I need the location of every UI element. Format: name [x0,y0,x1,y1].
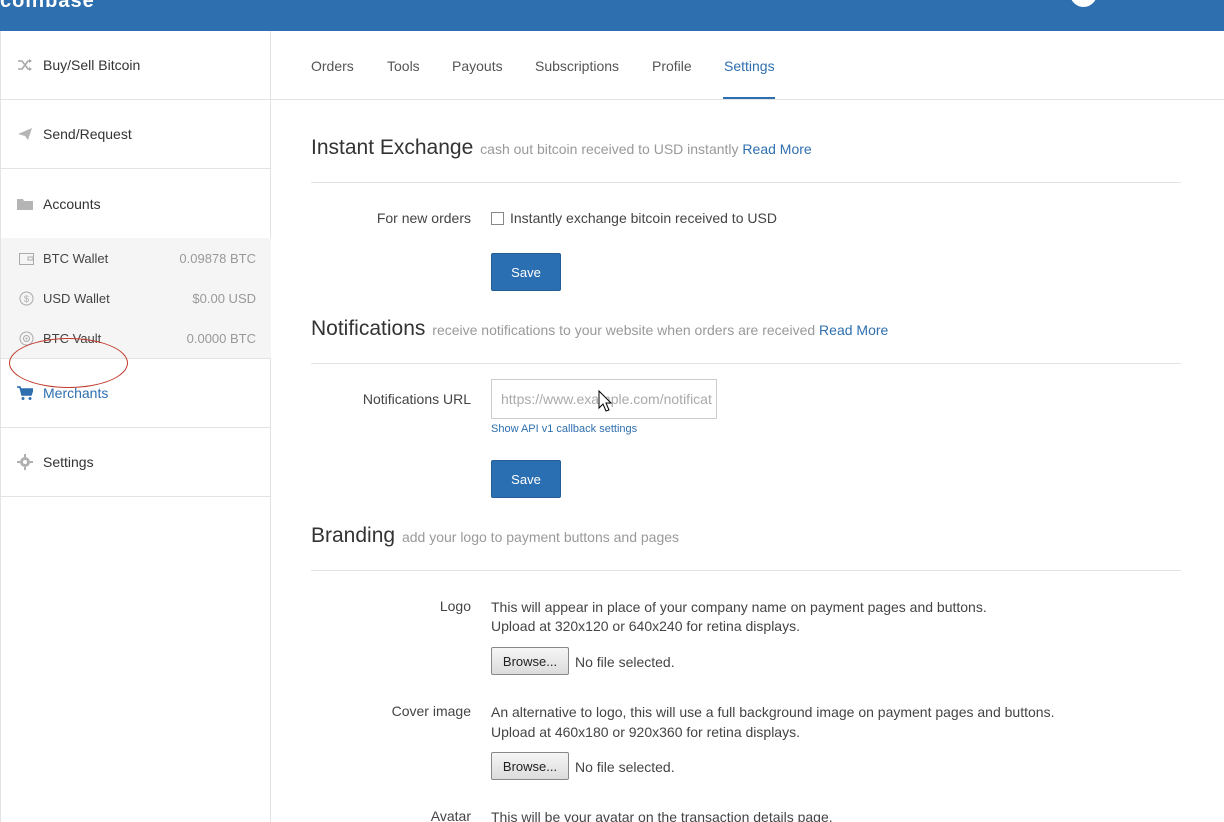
logo-file-status: No file selected. [575,654,675,670]
account-balance: 0.09878 BTC [179,250,256,266]
section-subtitle: receive notifications to your website wh… [432,322,816,338]
sidebar-item-settings[interactable]: Settings [1,428,271,497]
field-label-avatar: Avatar [430,808,471,822]
sidebar-item-buy-sell[interactable]: Buy/Sell Bitcoin [1,31,271,100]
notifications-header: Notifications receive notifications to y… [311,317,1181,364]
sidebar: Buy/Sell Bitcoin Send/Request Accounts B… [0,31,271,822]
instant-exchange-checkbox[interactable] [491,212,504,225]
sidebar-item-label: Settings [43,454,94,470]
cover-description: An alternative to logo, this will use a … [491,704,1055,720]
branding-header: Branding add your logo to payment button… [311,524,1181,571]
read-more-link[interactable]: Read More [742,141,811,157]
wallet-icon [18,250,34,266]
cover-size-hint: Upload at 460x180 or 920x360 for retina … [491,724,800,740]
section-title: Notifications [311,317,426,340]
field-label-notifications-url: Notifications URL [362,391,471,407]
sidebar-item-send-request[interactable]: Send/Request [1,100,271,169]
avatar-description: This will be your avatar on the transact… [491,809,833,822]
sidebar-item-label: Buy/Sell Bitcoin [43,57,141,73]
gear-icon [17,454,33,470]
section-subtitle: cash out bitcoin received to USD instant… [480,141,739,157]
checkbox-label[interactable]: Instantly exchange bitcoin received to U… [510,210,777,226]
active-tab-indicator [723,97,775,99]
highlight-ellipse [9,338,128,388]
folder-icon [17,196,33,212]
dollar-coin-icon: $ [18,290,34,306]
logo-browse-button[interactable]: Browse... [491,647,569,675]
account-label: USD Wallet [43,290,110,306]
section-subtitle: add your logo to payment buttons and pag… [401,529,680,545]
save-button[interactable]: Save [491,460,561,498]
api-callback-link[interactable]: Show API v1 callback settings [491,423,637,435]
cover-file-status: No file selected. [575,759,675,775]
tab-tools[interactable]: Tools [387,58,420,74]
paper-plane-icon [17,126,33,142]
cover-browse-button[interactable]: Browse... [491,752,569,780]
field-label-new-orders: For new orders [376,210,471,226]
user-avatar[interactable] [1070,0,1097,7]
account-balance: $0.00 USD [192,290,256,306]
tab-profile[interactable]: Profile [652,58,692,74]
read-more-link[interactable]: Read More [819,322,888,338]
save-button[interactable]: Save [491,253,561,291]
sidebar-item-accounts[interactable]: Accounts [1,169,271,238]
top-bar: coinbase [0,0,1224,31]
svg-text:$: $ [23,294,28,304]
account-label: BTC Wallet [43,250,109,266]
instant-exchange-header: Instant Exchange cash out bitcoin receiv… [311,136,1181,183]
account-usd-wallet[interactable]: $ USD Wallet $0.00 USD [1,278,271,318]
logo-size-hint: Upload at 320x120 or 640x240 for retina … [491,618,800,634]
logo-description: This will appear in place of your compan… [491,599,987,615]
field-label-logo: Logo [439,598,471,614]
account-btc-wallet[interactable]: BTC Wallet 0.09878 BTC [1,238,271,278]
sidebar-item-label: Send/Request [43,126,132,142]
section-title: Instant Exchange [311,136,474,159]
tab-subscriptions[interactable]: Subscriptions [535,58,619,74]
shuffle-icon [17,57,33,73]
sidebar-item-label: Accounts [43,195,101,212]
tab-bar: Orders Tools Payouts Subscriptions Profi… [271,31,1224,100]
tab-settings[interactable]: Settings [724,58,775,74]
logo[interactable]: coinbase [0,0,95,13]
section-title: Branding [311,524,396,547]
cart-icon [17,385,33,401]
tab-orders[interactable]: Orders [311,58,354,74]
mouse-cursor-icon [598,390,612,412]
tab-payouts[interactable]: Payouts [452,58,503,74]
field-label-cover-image: Cover image [391,703,471,719]
account-balance: 0.0000 BTC [186,330,256,346]
